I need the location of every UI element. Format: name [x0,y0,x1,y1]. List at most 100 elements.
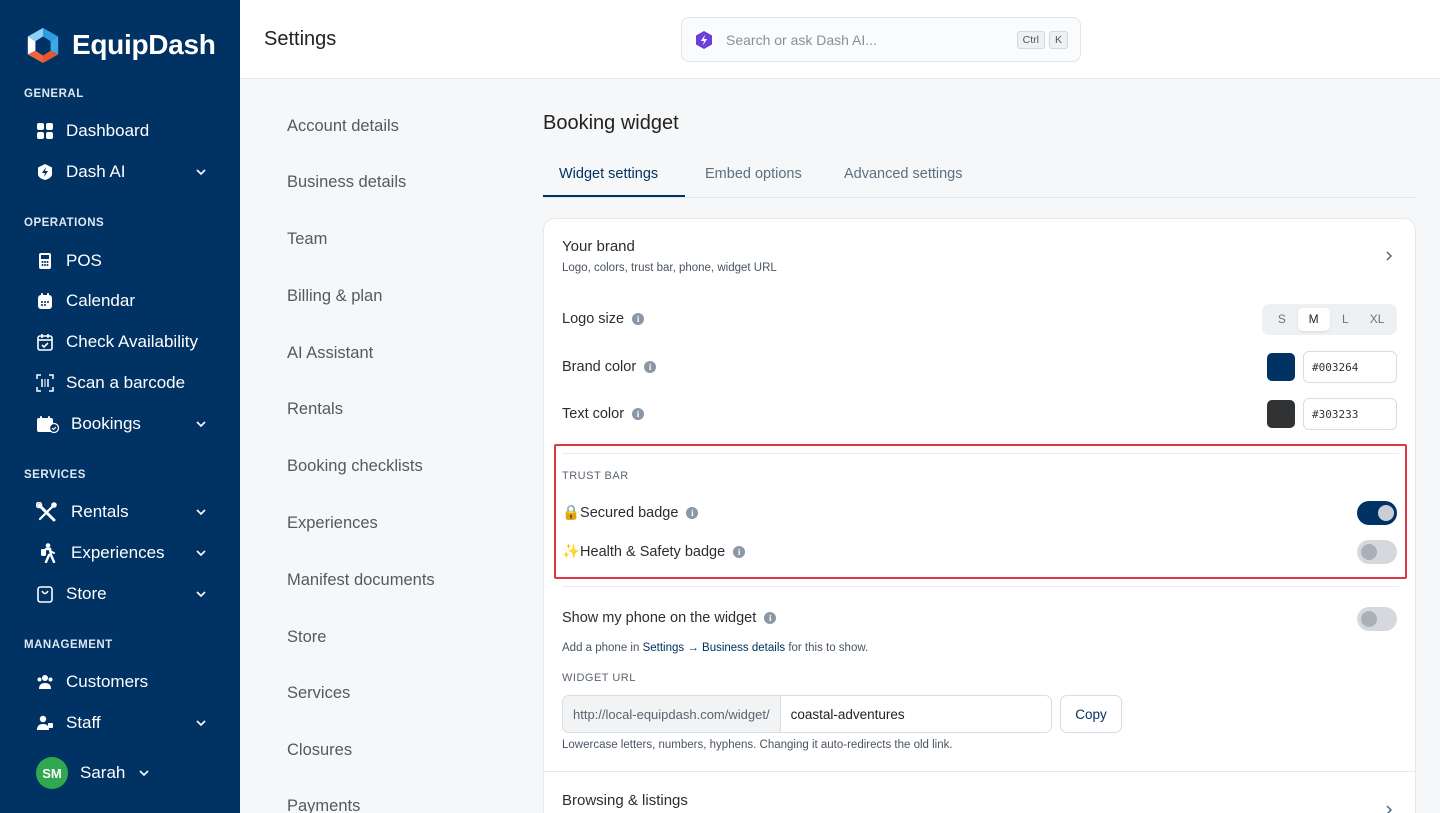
calendar-check-icon [36,333,54,351]
tab-embed-options[interactable]: Embed options [705,166,802,182]
divider [562,453,1399,454]
search-input[interactable] [726,31,1013,48]
grid-icon [36,122,54,140]
section-management: MANAGEMENT [24,639,113,651]
logo-size-m[interactable]: M [1297,308,1330,331]
chevron-down-icon [196,421,206,428]
logo-size-l[interactable]: L [1330,308,1362,331]
phone-help-prefix: Add a phone in [562,642,643,654]
chevron-right-icon[interactable] [1384,805,1394,813]
widget-url-input[interactable] [780,696,1051,732]
nav-label: Dashboard [66,121,150,140]
settings-nav-account-details[interactable]: Account details [287,117,399,136]
settings-card: Your brand Logo, colors, trust bar, phon… [543,218,1416,813]
nav-label: Scan a barcode [66,373,186,392]
phone-help: Add a phone in Settings → Business detai… [562,642,868,654]
settings-nav-experiences[interactable]: Experiences [287,514,378,533]
nav-calendar[interactable]: Calendar [36,283,216,319]
settings-nav-payments[interactable]: Payments [287,797,360,813]
settings-nav-store[interactable]: Store [287,628,326,647]
text-color-label: Text color [562,406,625,422]
nav-dash-ai[interactable]: Dash AI [36,154,216,190]
phone-toggle[interactable] [1357,607,1397,631]
settings-nav-business-details[interactable]: Business details [287,173,406,192]
brand[interactable]: EquipDash [24,26,216,64]
nav-dashboard[interactable]: Dashboard [36,113,216,149]
calendar-icon [36,292,54,310]
logo-size-selector: S M L XL [1262,304,1397,335]
nav-staff[interactable]: Staff [36,705,216,741]
nav-check-availability[interactable]: Check Availability [36,324,216,360]
tab-widget-settings[interactable]: Widget settings [559,166,658,182]
brand-color-input[interactable] [1303,351,1397,383]
brand-name: EquipDash [72,29,216,60]
info-icon[interactable]: i [632,408,645,420]
nav-bookings[interactable]: Bookings [36,406,216,442]
brand-color-label: Brand color [562,359,637,375]
nav-store[interactable]: Store [36,576,216,612]
section-general: GENERAL [24,88,84,100]
settings-nav-closures[interactable]: Closures [287,741,352,760]
nav-label: POS [66,251,102,270]
tab-advanced-settings[interactable]: Advanced settings [844,166,963,182]
phone-row: Show my phone on the widget i [562,610,777,626]
nav-label: Rentals [71,502,129,521]
info-icon[interactable]: i [733,545,746,558]
sidebar: EquipDash GENERAL Dashboard Dash AI OPER… [0,0,240,813]
brand-color-swatch[interactable] [1267,353,1295,381]
copy-button[interactable]: Copy [1060,695,1122,733]
text-color-row: Text color i [562,406,645,422]
user-menu[interactable]: SM Sarah [36,757,151,789]
nav-experiences[interactable]: Experiences [36,535,216,571]
users-icon [36,673,54,691]
user-name: Sarah [80,763,126,782]
settings-nav-rentals[interactable]: Rentals [287,400,343,419]
shield-bolt-icon [36,163,54,181]
chevron-right-icon[interactable] [1384,251,1394,261]
logo-size-s[interactable]: S [1266,308,1298,331]
nav-label: Check Availability [66,332,198,351]
settings-nav-team[interactable]: Team [287,230,327,249]
nav-scan-barcode[interactable]: Scan a barcode [36,365,216,401]
nav-pos[interactable]: POS [36,243,216,279]
chevron-down-icon [196,591,206,598]
text-color-input[interactable] [1303,398,1397,430]
pos-terminal-icon [36,252,54,270]
search-box[interactable]: Ctrl K [681,17,1081,62]
settings-nav-services[interactable]: Services [287,684,350,703]
toggle-knob [1361,544,1377,560]
logo-size-xl[interactable]: XL [1361,308,1393,331]
settings-nav-ai-assistant[interactable]: AI Assistant [287,344,373,363]
brand-section-title: Your brand [562,238,635,255]
browsing-section[interactable]: Browsing & listings [544,771,1415,813]
section-services: SERVICES [24,469,86,481]
kbd-k: K [1048,30,1068,49]
trust-bar-label: TRUST BAR [562,470,629,482]
chevron-down-icon [196,509,206,516]
browsing-title-text: Browsing & listings [562,792,688,809]
nav-label: Customers [66,672,149,691]
info-icon[interactable]: i [686,506,699,519]
nav-label: Staff [66,713,101,732]
widget-url-prefix: http://local-equipdash.com/widget/ [563,696,781,732]
settings-nav-billing[interactable]: Billing & plan [287,287,382,306]
business-details-link[interactable]: Settings → Business details [643,642,786,654]
widget-url-help: Lowercase letters, numbers, hyphens. Cha… [562,739,953,751]
nav-customers[interactable]: Customers [36,664,216,700]
nav-rentals[interactable]: Rentals [36,494,216,530]
logo-size-label: Logo size [562,311,625,327]
page-title: Settings [264,28,337,50]
info-icon[interactable]: i [764,612,777,624]
tools-icon [36,502,59,522]
settings-nav-booking-checklists[interactable]: Booking checklists [287,457,423,476]
info-icon[interactable]: i [632,313,645,325]
health-badge-toggle[interactable] [1357,540,1397,564]
info-icon[interactable]: i [644,361,657,373]
settings-nav-manifest-documents[interactable]: Manifest documents [287,571,435,590]
brand-section-header[interactable]: Your brand [562,238,635,255]
kbd-ctrl: Ctrl [1016,30,1045,49]
text-color-swatch[interactable] [1267,400,1295,428]
tabs: Widget settings Embed options Advanced s… [543,158,1416,198]
brand-section-subtitle: Logo, colors, trust bar, phone, widget U… [562,262,777,274]
secured-badge-toggle[interactable] [1357,501,1397,525]
